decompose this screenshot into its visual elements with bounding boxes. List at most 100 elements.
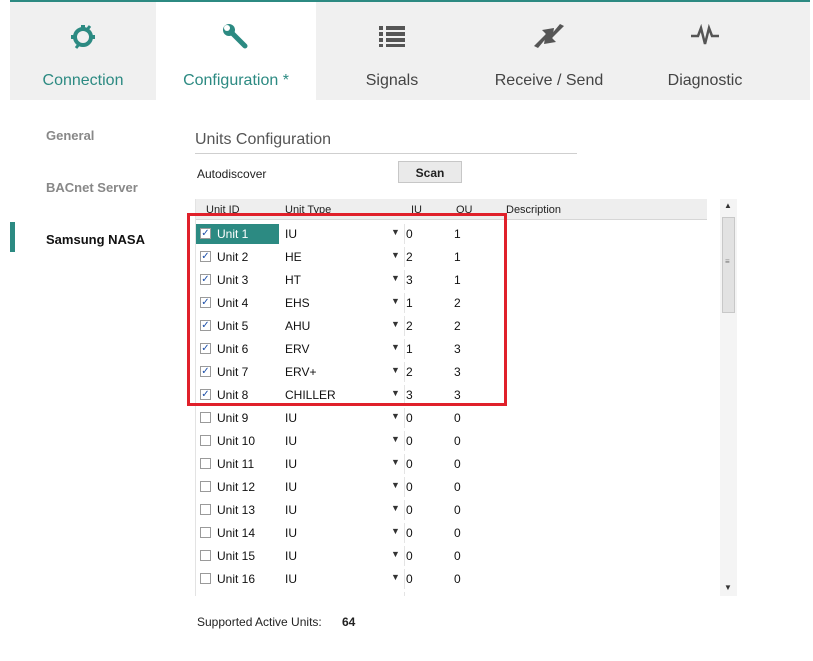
chevron-down-icon[interactable]: ▼	[391, 572, 400, 582]
unit-id-cell[interactable]: Unit 16	[196, 569, 279, 589]
sidebar-item-samsung-nasa[interactable]: Samsung NASA	[46, 232, 145, 247]
column-header-unit-id[interactable]: Unit ID	[206, 204, 240, 216]
iu-value[interactable]: 0	[406, 595, 413, 596]
ou-value[interactable]: 0	[454, 480, 461, 494]
chevron-down-icon[interactable]: ▼	[391, 388, 400, 398]
unit-enable-checkbox[interactable]: ✓	[200, 251, 211, 262]
ou-value[interactable]: 1	[454, 250, 461, 264]
chevron-down-icon[interactable]: ▼	[391, 296, 400, 306]
tab-connection[interactable]: Connection	[10, 2, 156, 100]
iu-value[interactable]: 3	[406, 273, 413, 287]
unit-type-dropdown[interactable]	[279, 477, 405, 497]
chevron-down-icon[interactable]: ▼	[391, 342, 400, 352]
column-header-unit-type[interactable]: Unit Type	[285, 204, 331, 216]
unit-type-dropdown[interactable]	[279, 408, 405, 428]
ou-value[interactable]: 3	[454, 365, 461, 379]
unit-enable-checkbox[interactable]	[200, 458, 211, 469]
unit-type-dropdown[interactable]	[279, 523, 405, 543]
chevron-down-icon[interactable]: ▼	[391, 549, 400, 559]
unit-id-cell[interactable]: ✓ Unit 5	[196, 316, 279, 336]
unit-enable-checkbox[interactable]: ✓	[200, 389, 211, 400]
unit-enable-checkbox[interactable]	[200, 550, 211, 561]
unit-type-dropdown[interactable]	[279, 592, 405, 596]
unit-type-dropdown[interactable]	[279, 569, 405, 589]
column-header-ou[interactable]: OU	[456, 204, 473, 216]
unit-enable-checkbox[interactable]	[200, 527, 211, 538]
ou-value[interactable]: 2	[454, 319, 461, 333]
chevron-down-icon[interactable]: ▼	[391, 319, 400, 329]
table-row[interactable]: ✓ Unit 8 CHILLER ▼ 3 3	[196, 384, 707, 407]
unit-id-cell[interactable]: ✓ Unit 6	[196, 339, 279, 359]
table-row[interactable]: ✓ Unit 7 ERV+ ▼ 2 3	[196, 361, 707, 384]
unit-id-cell[interactable]: ✓ Unit 1	[196, 224, 279, 244]
iu-value[interactable]: 0	[406, 411, 413, 425]
table-row[interactable]: Unit 12 IU ▼ 0 0	[196, 476, 707, 499]
unit-id-cell[interactable]: ✓ Unit 4	[196, 293, 279, 313]
scan-button[interactable]: Scan	[398, 161, 462, 183]
unit-type-dropdown[interactable]	[279, 500, 405, 520]
unit-enable-checkbox[interactable]	[200, 435, 211, 446]
unit-enable-checkbox[interactable]	[200, 412, 211, 423]
unit-id-cell[interactable]: ✓ Unit 3	[196, 270, 279, 290]
iu-value[interactable]: 0	[406, 434, 413, 448]
tab-configuration[interactable]: Configuration *	[156, 2, 316, 100]
unit-enable-checkbox[interactable]: ✓	[200, 366, 211, 377]
table-row[interactable]: Unit 10 IU ▼ 0 0	[196, 430, 707, 453]
unit-type-dropdown[interactable]	[279, 546, 405, 566]
unit-enable-checkbox[interactable]	[200, 504, 211, 515]
ou-value[interactable]: 1	[454, 273, 461, 287]
iu-value[interactable]: 1	[406, 342, 413, 356]
table-row[interactable]: Unit 15 IU ▼ 0 0	[196, 545, 707, 568]
unit-id-cell[interactable]: Unit 9	[196, 408, 279, 428]
tab-signals[interactable]: Signals	[316, 2, 468, 100]
unit-id-cell[interactable]: ✓ Unit 2	[196, 247, 279, 267]
table-row[interactable]: Unit 16 IU ▼ 0 0	[196, 568, 707, 591]
chevron-down-icon[interactable]: ▼	[391, 250, 400, 260]
unit-enable-checkbox[interactable]	[200, 481, 211, 492]
ou-value[interactable]: 0	[454, 457, 461, 471]
ou-value[interactable]: 2	[454, 296, 461, 310]
sidebar-item-general[interactable]: General	[46, 128, 94, 143]
unit-id-cell[interactable]: Unit 17	[196, 592, 279, 596]
unit-type-dropdown[interactable]	[279, 454, 405, 474]
ou-value[interactable]: 0	[454, 503, 461, 517]
table-row[interactable]: Unit 14 IU ▼ 0 0	[196, 522, 707, 545]
table-row[interactable]: ✓ Unit 5 AHU ▼ 2 2	[196, 315, 707, 338]
iu-value[interactable]: 0	[406, 572, 413, 586]
unit-enable-checkbox[interactable]: ✓	[200, 320, 211, 331]
tab-receive-send[interactable]: Receive / Send	[468, 2, 630, 100]
iu-value[interactable]: 2	[406, 250, 413, 264]
iu-value[interactable]: 0	[406, 526, 413, 540]
ou-value[interactable]: 0	[454, 549, 461, 563]
unit-id-cell[interactable]: Unit 11	[196, 454, 279, 474]
table-row[interactable]: Unit 11 IU ▼ 0 0	[196, 453, 707, 476]
chevron-down-icon[interactable]: ▼	[391, 273, 400, 283]
unit-id-cell[interactable]: Unit 12	[196, 477, 279, 497]
unit-enable-checkbox[interactable]: ✓	[200, 274, 211, 285]
table-row[interactable]: ✓ Unit 3 HT ▼ 3 1	[196, 269, 707, 292]
unit-id-cell[interactable]: Unit 10	[196, 431, 279, 451]
tab-diagnostic[interactable]: Diagnostic	[630, 2, 780, 100]
chevron-down-icon[interactable]: ▼	[391, 526, 400, 536]
chevron-down-icon[interactable]: ▼	[391, 595, 400, 596]
unit-id-cell[interactable]: ✓ Unit 8	[196, 385, 279, 405]
table-row[interactable]: ✓ Unit 6 ERV ▼ 1 3	[196, 338, 707, 361]
iu-value[interactable]: 0	[406, 549, 413, 563]
column-header-iu[interactable]: IU	[411, 204, 422, 216]
chevron-down-icon[interactable]: ▼	[391, 365, 400, 375]
unit-type-dropdown[interactable]	[279, 431, 405, 451]
iu-value[interactable]: 2	[406, 365, 413, 379]
iu-value[interactable]: 2	[406, 319, 413, 333]
column-header-description[interactable]: Description	[506, 204, 561, 216]
unit-id-cell[interactable]: Unit 13	[196, 500, 279, 520]
scroll-down-icon[interactable]: ▼	[724, 583, 732, 592]
table-row[interactable]: Unit 9 IU ▼ 0 0	[196, 407, 707, 430]
table-row[interactable]: ✓ Unit 1 IU ▼ 0 1	[196, 223, 707, 246]
sidebar-item-bacnet-server[interactable]: BACnet Server	[46, 180, 138, 195]
iu-value[interactable]: 0	[406, 227, 413, 241]
chevron-down-icon[interactable]: ▼	[391, 227, 400, 237]
chevron-down-icon[interactable]: ▼	[391, 434, 400, 444]
chevron-down-icon[interactable]: ▼	[391, 411, 400, 421]
unit-id-cell[interactable]: Unit 14	[196, 523, 279, 543]
iu-value[interactable]: 1	[406, 296, 413, 310]
